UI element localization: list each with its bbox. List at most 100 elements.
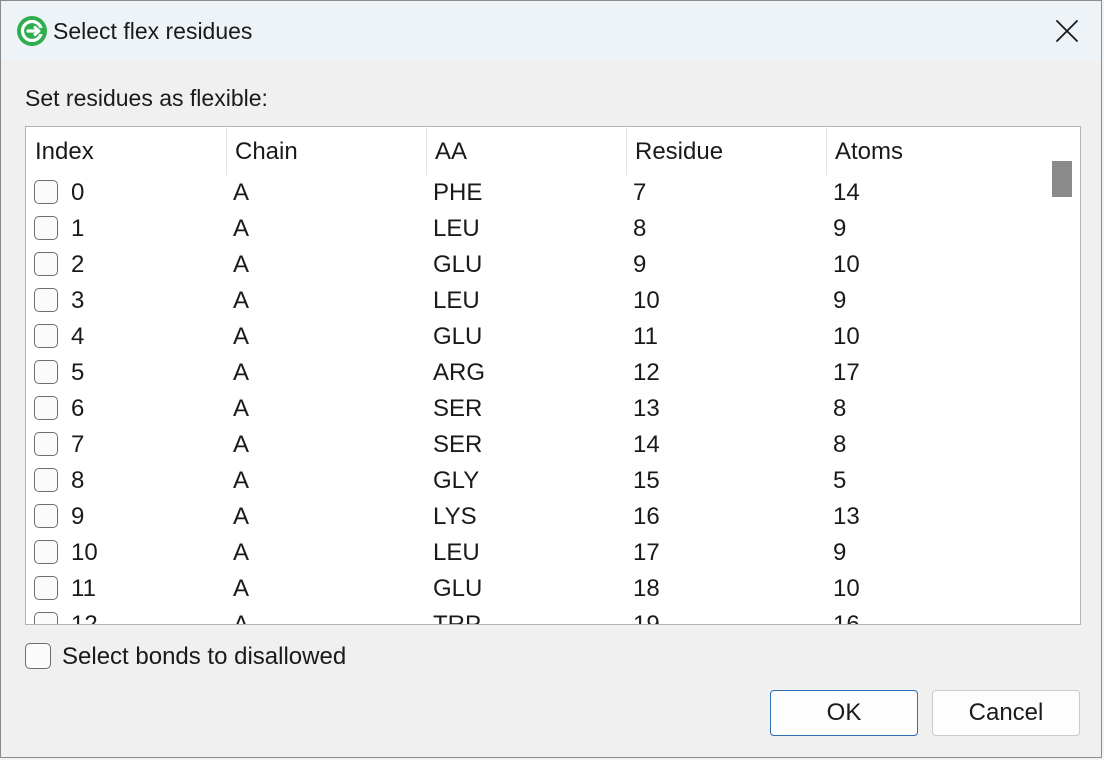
cell-index: 10 bbox=[71, 539, 98, 566]
cell-aa: SER bbox=[433, 395, 483, 422]
cell-index: 7 bbox=[71, 431, 85, 458]
table-row[interactable]: 0 A PHE 7 14 bbox=[26, 175, 1044, 211]
residue-table: Index Chain AA Residue Atoms 0 A PHE 7 1… bbox=[25, 126, 1081, 625]
cell-index: 12 bbox=[71, 611, 98, 625]
cell-aa: LEU bbox=[433, 539, 480, 566]
cell-atoms: 8 bbox=[833, 395, 847, 422]
cell-aa: GLU bbox=[433, 251, 483, 278]
column-header-residue[interactable]: Residue bbox=[626, 127, 826, 175]
table-row[interactable]: 2 A GLU 9 10 bbox=[26, 247, 1044, 283]
cell-chain: A bbox=[233, 395, 250, 422]
cell-atoms: 9 bbox=[833, 287, 847, 314]
cell-atoms: 13 bbox=[833, 503, 860, 530]
table-row[interactable]: 11 A GLU 18 10 bbox=[26, 571, 1044, 607]
scrollbar-thumb[interactable] bbox=[1052, 161, 1072, 197]
cell-atoms: 10 bbox=[833, 575, 860, 602]
cell-index: 8 bbox=[71, 467, 85, 494]
cell-residue: 10 bbox=[633, 287, 660, 314]
table-body: 0 A PHE 7 14 1 A LEU 8 9 2 A GLU 9 10 3 … bbox=[26, 175, 1044, 625]
cell-aa: GLU bbox=[433, 575, 483, 602]
cell-atoms: 17 bbox=[833, 359, 860, 386]
table-row[interactable]: 12 A TRP 19 16 bbox=[26, 607, 1044, 625]
ok-button[interactable]: OK bbox=[770, 690, 918, 736]
table-row[interactable]: 3 A LEU 10 9 bbox=[26, 283, 1044, 319]
table-row[interactable]: 10 A LEU 17 9 bbox=[26, 535, 1044, 571]
cell-atoms: 10 bbox=[833, 251, 860, 278]
cancel-button[interactable]: Cancel bbox=[932, 690, 1080, 736]
row-checkbox[interactable] bbox=[34, 396, 58, 420]
prompt-label: Set residues as flexible: bbox=[25, 85, 268, 111]
row-checkbox[interactable] bbox=[34, 504, 58, 528]
row-checkbox[interactable] bbox=[34, 468, 58, 492]
row-checkbox[interactable] bbox=[34, 324, 58, 348]
cell-atoms: 9 bbox=[833, 539, 847, 566]
cell-index: 2 bbox=[71, 251, 85, 278]
cell-aa: ARG bbox=[433, 359, 486, 386]
cell-chain: A bbox=[233, 215, 250, 242]
cell-aa: TRP bbox=[433, 611, 481, 625]
cell-chain: A bbox=[233, 611, 250, 625]
cell-residue: 8 bbox=[633, 215, 647, 242]
column-header-atoms[interactable]: Atoms bbox=[826, 127, 1044, 175]
cell-aa: LYS bbox=[433, 503, 477, 530]
table-row[interactable]: 5 A ARG 12 17 bbox=[26, 355, 1044, 391]
table-row[interactable]: 6 A SER 13 8 bbox=[26, 391, 1044, 427]
cell-atoms: 16 bbox=[833, 611, 860, 625]
dialog-title: Select flex residues bbox=[53, 18, 253, 44]
column-header-index[interactable]: Index bbox=[26, 127, 226, 175]
column-header-chain[interactable]: Chain bbox=[226, 127, 426, 175]
cell-chain: A bbox=[233, 575, 250, 602]
cell-aa: GLY bbox=[433, 467, 480, 494]
dialog-window: Select flex residues Set residues as fle… bbox=[0, 0, 1102, 758]
row-checkbox[interactable] bbox=[34, 288, 58, 312]
row-checkbox[interactable] bbox=[34, 612, 58, 624]
cell-index: 1 bbox=[71, 215, 85, 242]
row-checkbox[interactable] bbox=[34, 252, 58, 276]
table-header: Index Chain AA Residue Atoms bbox=[26, 127, 1045, 175]
cell-residue: 13 bbox=[633, 395, 660, 422]
cell-atoms: 10 bbox=[833, 323, 860, 350]
cell-residue: 19 bbox=[633, 611, 660, 625]
cell-index: 11 bbox=[71, 575, 96, 602]
cell-residue: 17 bbox=[633, 539, 660, 566]
bonds-checkbox[interactable] bbox=[25, 643, 51, 669]
bonds-checkbox-label[interactable]: Select bonds to disallowed bbox=[62, 642, 346, 672]
cell-residue: 16 bbox=[633, 503, 660, 530]
row-checkbox[interactable] bbox=[34, 216, 58, 240]
table-row[interactable]: 7 A SER 14 8 bbox=[26, 427, 1044, 463]
cell-chain: A bbox=[233, 503, 250, 530]
cell-index: 9 bbox=[71, 503, 85, 530]
table-row[interactable]: 1 A LEU 8 9 bbox=[26, 211, 1044, 247]
table-row[interactable]: 4 A GLU 11 10 bbox=[26, 319, 1044, 355]
cell-chain: A bbox=[233, 323, 250, 350]
cell-chain: A bbox=[233, 539, 250, 566]
column-header-aa[interactable]: AA bbox=[426, 127, 626, 175]
row-checkbox[interactable] bbox=[34, 540, 58, 564]
cell-residue: 9 bbox=[633, 251, 647, 278]
vertical-scrollbar[interactable] bbox=[1044, 127, 1080, 624]
table-row[interactable]: 9 A LYS 16 13 bbox=[26, 499, 1044, 535]
cell-chain: A bbox=[233, 467, 250, 494]
cell-chain: A bbox=[233, 179, 250, 206]
app-logo-icon bbox=[16, 15, 48, 47]
row-checkbox[interactable] bbox=[34, 180, 58, 204]
row-checkbox[interactable] bbox=[34, 360, 58, 384]
cell-atoms: 14 bbox=[833, 179, 860, 206]
close-button[interactable] bbox=[1033, 1, 1101, 61]
cell-chain: A bbox=[233, 251, 250, 278]
close-icon bbox=[1056, 20, 1078, 42]
cell-index: 5 bbox=[71, 359, 85, 386]
title-bar: Select flex residues bbox=[1, 1, 1101, 61]
row-checkbox[interactable] bbox=[34, 576, 58, 600]
cell-index: 4 bbox=[71, 323, 85, 350]
cell-residue: 14 bbox=[633, 431, 660, 458]
cell-atoms: 9 bbox=[833, 215, 847, 242]
cell-chain: A bbox=[233, 359, 250, 386]
row-checkbox[interactable] bbox=[34, 432, 58, 456]
cell-index: 6 bbox=[71, 395, 85, 422]
cell-chain: A bbox=[233, 287, 250, 314]
table-row[interactable]: 8 A GLY 15 5 bbox=[26, 463, 1044, 499]
cell-aa: LEU bbox=[433, 215, 480, 242]
cell-aa: LEU bbox=[433, 287, 480, 314]
cell-residue: 18 bbox=[633, 575, 660, 602]
